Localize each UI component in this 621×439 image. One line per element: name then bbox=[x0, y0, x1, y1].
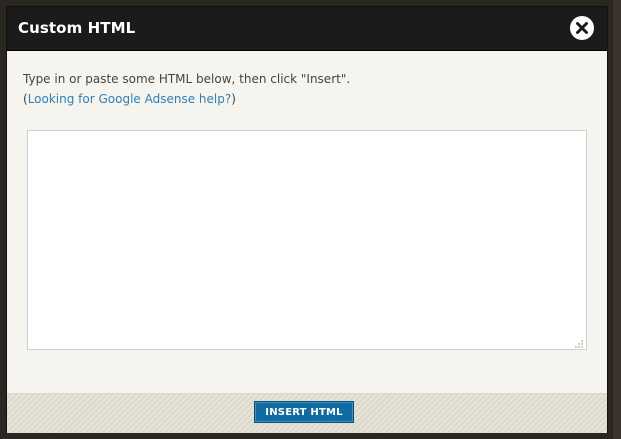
help-line: (Looking for Google Adsense help?) bbox=[23, 89, 350, 109]
paren-close: ) bbox=[231, 92, 236, 106]
insert-html-button[interactable]: INSERT HTML bbox=[254, 401, 354, 423]
dialog-footer: INSERT HTML bbox=[7, 393, 607, 433]
close-button[interactable] bbox=[570, 16, 594, 40]
dialog-title: Custom HTML bbox=[18, 19, 136, 37]
instructions-text: Type in or paste some HTML below, then c… bbox=[23, 72, 351, 86]
adsense-help-link[interactable]: Looking for Google Adsense help? bbox=[28, 92, 232, 106]
custom-html-dialog: Custom HTML Type in or paste some HTML b… bbox=[7, 7, 607, 433]
dialog-body: Type in or paste some HTML below, then c… bbox=[7, 51, 607, 393]
resize-grip-icon[interactable] bbox=[574, 339, 584, 349]
close-icon bbox=[576, 22, 588, 34]
dialog-titlebar: Custom HTML bbox=[7, 7, 607, 51]
instructions: Type in or paste some HTML below, then c… bbox=[23, 69, 350, 109]
html-input[interactable] bbox=[27, 130, 587, 350]
backdrop-strip bbox=[613, 0, 621, 439]
